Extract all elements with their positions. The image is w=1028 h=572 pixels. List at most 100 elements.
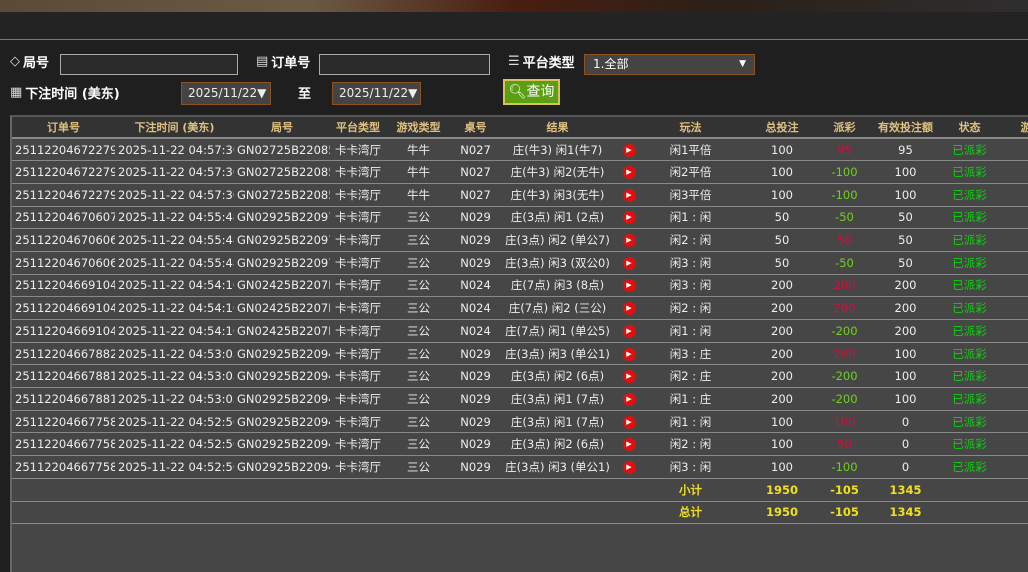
play-video-icon[interactable]: ▶ (622, 302, 636, 316)
play-cell[interactable]: ▶ (615, 251, 643, 275)
result-cell: 庄(3点) 闲1 (2点) (500, 206, 615, 230)
play-video-icon[interactable]: ▶ (622, 324, 636, 338)
search-label: 查询 (526, 84, 555, 100)
table-no-cell: N029 (451, 364, 500, 389)
play-cell[interactable]: ▶ (615, 410, 643, 434)
column-header[interactable]: 状态 (948, 117, 991, 139)
valid-bet-cell: 0 (863, 410, 948, 434)
column-header[interactable]: 派彩 (826, 117, 863, 139)
platform-cell: 卡卡湾厅 (330, 138, 386, 162)
column-header[interactable]: 有效投注额 (863, 117, 948, 139)
play-video-icon[interactable]: ▶ (622, 460, 636, 474)
order-id-cell: 251122046706070 (12, 206, 115, 230)
play-cell[interactable]: ▶ (615, 274, 643, 298)
play-video-icon[interactable]: ▶ (622, 188, 636, 202)
game-cell (991, 387, 1028, 411)
play-video-icon[interactable]: ▶ (622, 415, 636, 429)
play-cell[interactable]: ▶ (615, 228, 643, 252)
bet-time-cell: 2025-11-22 04:55:48 (115, 228, 234, 252)
play-video-icon[interactable]: ▶ (622, 279, 636, 293)
play-cell[interactable]: ▶ (615, 296, 643, 320)
play-video-icon[interactable]: ▶ (622, 143, 636, 157)
payout-cell: -100 (826, 160, 863, 184)
round-input[interactable] (60, 54, 238, 75)
play-video-icon[interactable]: ▶ (622, 166, 636, 180)
column-header[interactable]: 下注时间 (美东) (115, 117, 234, 139)
play-video-icon[interactable]: ▶ (622, 234, 636, 248)
empty-cell (386, 478, 451, 502)
date-from-picker[interactable]: 2025/11/22▼ (181, 82, 271, 105)
status-cell: 已派彩 (948, 387, 991, 411)
play-video-icon[interactable]: ▶ (622, 211, 636, 225)
platform-value: 1.全部 (593, 57, 629, 71)
total-bet-cell: 50 (738, 206, 826, 230)
game-cell (991, 206, 1028, 230)
play-cell[interactable]: ▶ (615, 364, 643, 389)
search-button[interactable]: 🔍︎查询 (503, 79, 560, 105)
play-cell[interactable]: ▶ (615, 319, 643, 343)
date-to-picker[interactable]: 2025/11/22▼ (332, 82, 421, 105)
empty-cell (330, 501, 386, 525)
bet-time-cell: 2025-11-22 04:53:03 (115, 387, 234, 411)
play-cell[interactable]: ▶ (615, 455, 643, 479)
order-id-cell: 251122046722793 (12, 138, 115, 162)
game-type-cell: 三公 (386, 410, 451, 434)
table-no-cell: N029 (451, 410, 500, 434)
bet-type-cell: 闲1 : 闲 (643, 319, 738, 343)
round-id-cell: GN02925B22094 (234, 410, 330, 434)
empty-cell (386, 501, 451, 525)
platform-select[interactable]: 1.全部 ▼ (584, 54, 755, 75)
empty-cell (991, 501, 1028, 525)
play-video-icon[interactable]: ▶ (622, 438, 636, 452)
chevron-down-icon: ▼ (739, 59, 746, 69)
column-header[interactable]: 总投注 (738, 117, 826, 139)
subtotal-total-bet: 1950 (738, 478, 826, 502)
order-input[interactable] (319, 54, 490, 75)
order-id-cell: 251122046678820 (12, 342, 115, 366)
column-header[interactable]: 游戏类型 (386, 117, 451, 139)
column-header[interactable]: 局号 (234, 117, 330, 139)
bet-type-cell: 闲3平倍 (643, 183, 738, 207)
table-row: 251122046677584 2025-11-22 04:52:56 GN0292… (12, 432, 1028, 457)
game-cell (991, 319, 1028, 343)
play-cell[interactable]: ▶ (615, 183, 643, 207)
column-header[interactable]: 结果 (500, 117, 615, 139)
play-cell[interactable]: ▶ (615, 342, 643, 366)
play-video-icon[interactable]: ▶ (622, 392, 636, 406)
empty-cell (500, 478, 615, 502)
column-header[interactable] (615, 117, 643, 139)
play-cell[interactable]: ▶ (615, 387, 643, 411)
subtotal-label: 小计 (643, 478, 738, 502)
status-cell: 已派彩 (948, 296, 991, 320)
round-id-cell: GN02425B2207N (234, 319, 330, 343)
order-id-cell: 251122046691045 (12, 296, 115, 320)
play-cell[interactable]: ▶ (615, 206, 643, 230)
column-header[interactable]: 平台类型 (330, 117, 386, 139)
column-header[interactable]: 玩法 (643, 117, 738, 139)
total-payout: -105 (826, 501, 863, 525)
bet-time-cell: 2025-11-22 04:54:16 (115, 319, 234, 343)
result-cell: 庄(7点) 闲2 (三公) (500, 296, 615, 320)
column-header[interactable]: 订单号 (12, 117, 115, 139)
result-cell: 庄(3点) 闲1 (7点) (500, 387, 615, 411)
empty-cell (234, 501, 330, 525)
play-video-icon[interactable]: ▶ (622, 370, 636, 384)
result-cell: 庄(牛3) 闲1(牛7) (500, 138, 615, 162)
round-id-cell: GN02925B22094 (234, 364, 330, 389)
table-no-cell: N029 (451, 432, 500, 457)
play-video-icon[interactable]: ▶ (622, 256, 636, 270)
result-cell: 庄(3点) 闲2 (单公7) (500, 228, 615, 252)
status-cell: 已派彩 (948, 183, 991, 207)
valid-bet-cell: 95 (863, 138, 948, 162)
result-cell: 庄(7点) 闲1 (单公5) (500, 319, 615, 343)
play-cell[interactable]: ▶ (615, 432, 643, 457)
platform-cell: 卡卡湾厅 (330, 432, 386, 457)
total-bet-cell: 200 (738, 387, 826, 411)
play-cell[interactable]: ▶ (615, 160, 643, 184)
play-cell[interactable]: ▶ (615, 138, 643, 162)
play-video-icon[interactable]: ▶ (622, 347, 636, 361)
payout-cell: 200 (826, 296, 863, 320)
column-header[interactable]: 桌号 (451, 117, 500, 139)
empty-cell (615, 478, 643, 502)
column-header[interactable]: 游戏 (991, 117, 1028, 139)
